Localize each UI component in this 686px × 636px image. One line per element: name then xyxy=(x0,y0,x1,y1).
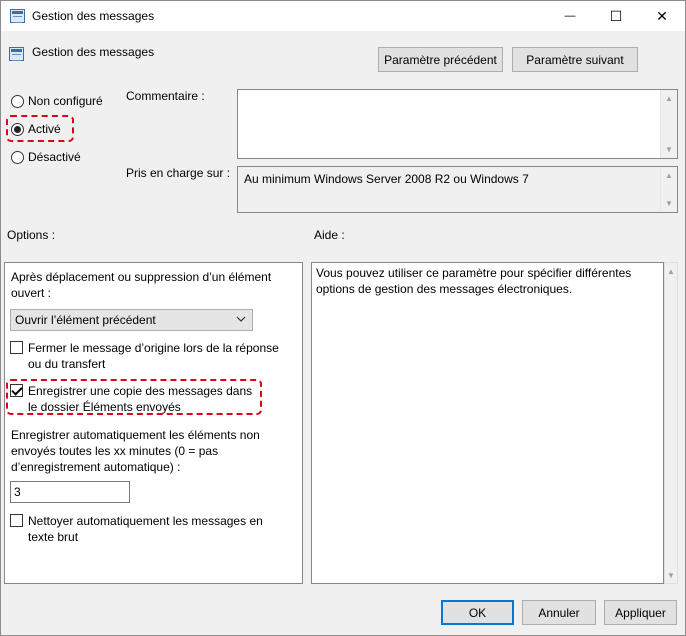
setting-icon xyxy=(9,47,24,61)
close-original-checkbox[interactable] xyxy=(10,341,23,354)
next-setting-button[interactable]: Paramètre suivant xyxy=(512,47,638,72)
help-text: Vous pouvez utiliser ce paramètre pour s… xyxy=(316,266,632,296)
radio-enabled-label: Activé xyxy=(28,122,61,136)
supported-scrollbar[interactable]: ▲ ▼ xyxy=(660,167,677,212)
after-move-label: Après déplacement ou suppression d’un él… xyxy=(11,270,272,300)
scroll-up-icon[interactable]: ▲ xyxy=(661,167,677,184)
radio-not-configured-indicator[interactable] xyxy=(11,94,24,108)
scroll-up-icon[interactable]: ▲ xyxy=(661,90,677,107)
comment-scrollbar[interactable]: ▲ ▼ xyxy=(660,90,677,158)
apply-button[interactable]: Appliquer xyxy=(604,600,677,625)
radio-enabled[interactable]: Activé xyxy=(11,121,61,137)
autosave-label: Enregistrer automatiquement les éléments… xyxy=(11,428,260,474)
close-icon: ✕ xyxy=(656,7,668,24)
ok-button[interactable]: OK xyxy=(441,600,514,625)
close-original-option[interactable]: Fermer le message d’origine lors de la r… xyxy=(10,340,290,372)
scroll-down-icon[interactable]: ▼ xyxy=(661,195,677,212)
supported-label: Pris en charge sur : xyxy=(126,166,231,180)
group-policy-icon xyxy=(10,9,25,23)
plain-text-option[interactable]: Nettoyer automatiquement les messages en… xyxy=(10,513,270,545)
supported-value: Au minimum Windows Server 2008 R2 ou Win… xyxy=(244,172,529,186)
after-move-select[interactable]: Ouvrir l’élément précédent xyxy=(10,309,253,331)
help-panel: Vous pouvez utiliser ce paramètre pour s… xyxy=(311,262,664,584)
plain-text-checkbox[interactable] xyxy=(10,514,23,527)
radio-not-configured[interactable]: Non configuré xyxy=(11,93,103,109)
previous-setting-button[interactable]: Paramètre précédent xyxy=(378,47,503,72)
window-title: Gestion des messages xyxy=(32,9,155,23)
save-copy-checkbox[interactable] xyxy=(10,384,23,397)
minimize-button[interactable]: — xyxy=(547,1,593,31)
plain-text-label: Nettoyer automatiquement les messages en… xyxy=(28,514,263,544)
title-bar[interactable]: Gestion des messages — ☐ ✕ xyxy=(1,1,685,31)
options-label: Options : xyxy=(7,228,56,242)
radio-disabled-indicator[interactable] xyxy=(11,150,24,164)
radio-not-configured-label: Non configuré xyxy=(28,94,103,108)
policy-dialog: Gestion des messages — ☐ ✕ Gestion des m… xyxy=(0,0,686,636)
comment-textarea[interactable]: ▲ ▼ xyxy=(237,89,678,159)
radio-disabled-label: Désactivé xyxy=(28,150,81,164)
save-copy-option[interactable]: Enregistrer une copie des messages dans … xyxy=(10,383,260,415)
setting-name: Gestion des messages xyxy=(32,45,155,59)
close-original-label: Fermer le message d’origine lors de la r… xyxy=(28,341,279,371)
after-move-select-value: Ouvrir l’élément précédent xyxy=(15,313,156,327)
maximize-button[interactable]: ☐ xyxy=(593,1,639,31)
scroll-up-icon[interactable]: ▲ xyxy=(665,263,677,279)
cancel-button[interactable]: Annuler xyxy=(522,600,596,625)
save-copy-label: Enregistrer une copie des messages dans … xyxy=(28,384,253,414)
scroll-down-icon[interactable]: ▼ xyxy=(665,567,677,583)
help-label: Aide : xyxy=(314,228,345,242)
comment-label: Commentaire : xyxy=(126,89,205,103)
radio-disabled[interactable]: Désactivé xyxy=(11,149,81,165)
radio-enabled-indicator[interactable] xyxy=(11,122,24,136)
options-panel: Après déplacement ou suppression d’un él… xyxy=(4,262,303,584)
chevron-down-icon xyxy=(236,314,246,324)
supported-box: Au minimum Windows Server 2008 R2 ou Win… xyxy=(237,166,678,213)
help-scrollbar[interactable]: ▲ ▼ xyxy=(664,262,678,584)
maximize-icon: ☐ xyxy=(609,7,623,24)
autosave-minutes-input[interactable]: 3 xyxy=(10,481,130,503)
scroll-down-icon[interactable]: ▼ xyxy=(661,141,677,158)
close-button[interactable]: ✕ xyxy=(639,1,685,31)
minimize-icon: — xyxy=(564,10,576,22)
